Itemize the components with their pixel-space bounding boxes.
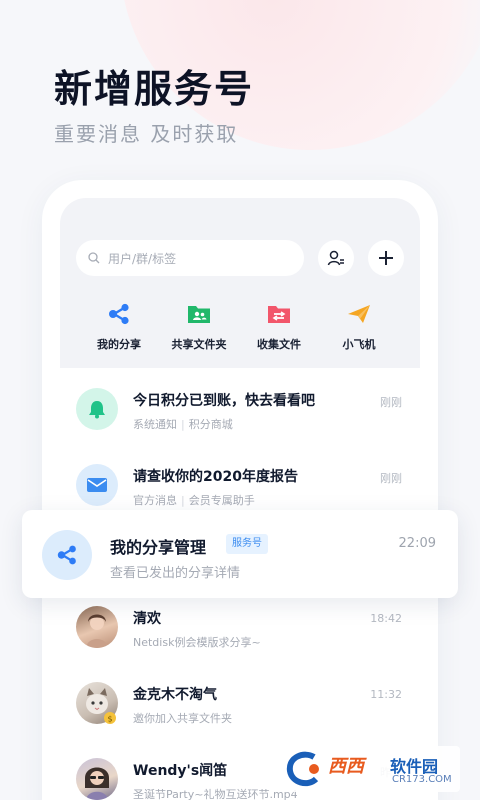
avatar	[76, 388, 118, 430]
search-placeholder: 用户/群/标签	[108, 251, 177, 266]
header-area: 用户/群/标签 我的分享 共享文件夹 收集文件 小飞机	[60, 198, 420, 368]
message-preview: 邀你加入共享文件夹	[133, 712, 232, 725]
message-time: 18:42	[370, 612, 402, 625]
search-icon	[88, 252, 100, 264]
avatar	[76, 758, 118, 800]
service-badge: 服务号	[226, 534, 268, 554]
quick-action-shared-folder[interactable]: 共享文件夹	[159, 302, 239, 352]
user-photo-icon	[85, 767, 109, 800]
divider: |	[181, 494, 185, 507]
message-title: Wendy's闻笛	[133, 763, 228, 779]
watermark-brand: 西西	[328, 756, 364, 777]
message-source: 官方消息	[133, 494, 177, 507]
featured-subtitle: 查看已发出的分享详情	[110, 566, 241, 581]
avatar	[42, 530, 92, 580]
quick-action-my-share[interactable]: 我的分享	[79, 302, 159, 352]
quick-action-paper-plane[interactable]: 小飞机	[319, 302, 399, 352]
search-input[interactable]: 用户/群/标签	[76, 240, 304, 276]
message-subtitle: 官方消息 | 会员专属助手	[133, 492, 343, 508]
page-title: 新增服务号	[54, 67, 255, 111]
quick-action-label: 收集文件	[257, 338, 301, 351]
message-time: 11:32	[370, 688, 402, 701]
page-subtitle: 重要消息 及时获取	[54, 122, 239, 146]
bell-icon	[89, 401, 105, 419]
avatar: $	[76, 682, 118, 724]
quick-action-collect-files[interactable]: 收集文件	[239, 302, 319, 352]
quick-action-label: 小飞机	[342, 338, 376, 351]
featured-title: 我的分享管理	[110, 538, 207, 557]
mail-icon	[87, 478, 107, 492]
svg-text:$: $	[107, 715, 112, 724]
contacts-icon	[327, 250, 344, 266]
share-icon	[57, 545, 76, 565]
message-source: 系统通知	[133, 418, 177, 431]
message-detail: 会员专属助手	[188, 494, 255, 507]
message-title: 请查收你的2020年度报告	[133, 469, 298, 485]
quick-action-label: 我的分享	[97, 338, 141, 351]
message-preview: Netdisk例会模版求分享~	[133, 636, 261, 649]
collect-folder-icon	[268, 306, 290, 323]
message-time: 刚刚	[380, 396, 402, 409]
user-photo-icon	[86, 614, 108, 648]
message-subtitle: 系统通知 | 积分商城	[133, 416, 343, 432]
message-title: 金克木不淘气	[133, 687, 217, 703]
avatar	[76, 464, 118, 506]
plus-icon	[379, 251, 393, 265]
message-detail: 积分商城	[188, 418, 233, 431]
phone-screen: 用户/群/标签 我的分享 共享文件夹 收集文件 小飞机 今日积分已到账，快去看看…	[60, 198, 420, 800]
message-time: 刚刚	[380, 472, 402, 485]
contacts-button[interactable]	[318, 240, 354, 276]
paper-plane-icon	[348, 305, 370, 323]
cat-photo-icon: $	[86, 688, 116, 724]
list-item[interactable]: 今日积分已到账，快去看看吧 系统通知 | 积分商城 刚刚	[60, 374, 420, 454]
list-item[interactable]: $ 金克木不淘气 邀你加入共享文件夹 11:32	[60, 668, 420, 748]
watermark-url: CR173.COM	[392, 774, 452, 785]
add-button[interactable]	[368, 240, 404, 276]
share-icon	[109, 303, 129, 325]
watermark: 西西 软件园 CR173.COM	[280, 746, 460, 792]
shared-folder-icon	[188, 306, 210, 323]
list-item[interactable]: 清欢 Netdisk例会模版求分享~ 18:42	[60, 592, 420, 672]
message-title: 今日积分已到账，快去看看吧	[133, 393, 315, 409]
watermark-logo-icon	[286, 751, 319, 787]
message-title: 清欢	[133, 611, 161, 627]
featured-time: 22:09	[398, 536, 436, 551]
featured-service-card[interactable]: 我的分享管理 服务号 查看已发出的分享详情 22:09	[22, 510, 458, 598]
quick-action-label: 共享文件夹	[171, 338, 227, 351]
avatar	[76, 606, 118, 648]
divider: |	[181, 418, 185, 431]
